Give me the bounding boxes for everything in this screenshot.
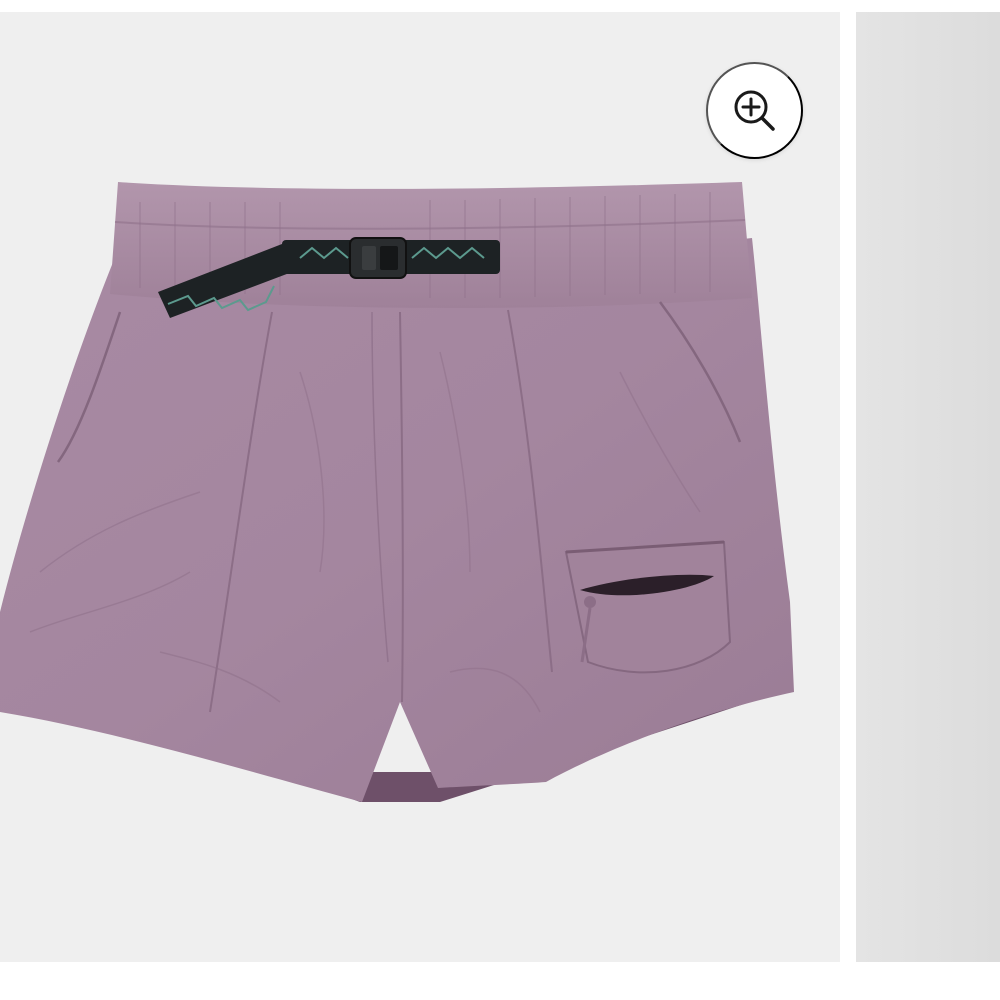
next-product-image-slide[interactable] (856, 12, 1000, 962)
product-image-slide[interactable] (0, 12, 840, 962)
zoom-in-icon (731, 87, 779, 135)
product-image-gallery (0, 0, 1000, 1000)
zoom-button[interactable] (706, 62, 803, 159)
product-image-shorts (0, 182, 794, 802)
